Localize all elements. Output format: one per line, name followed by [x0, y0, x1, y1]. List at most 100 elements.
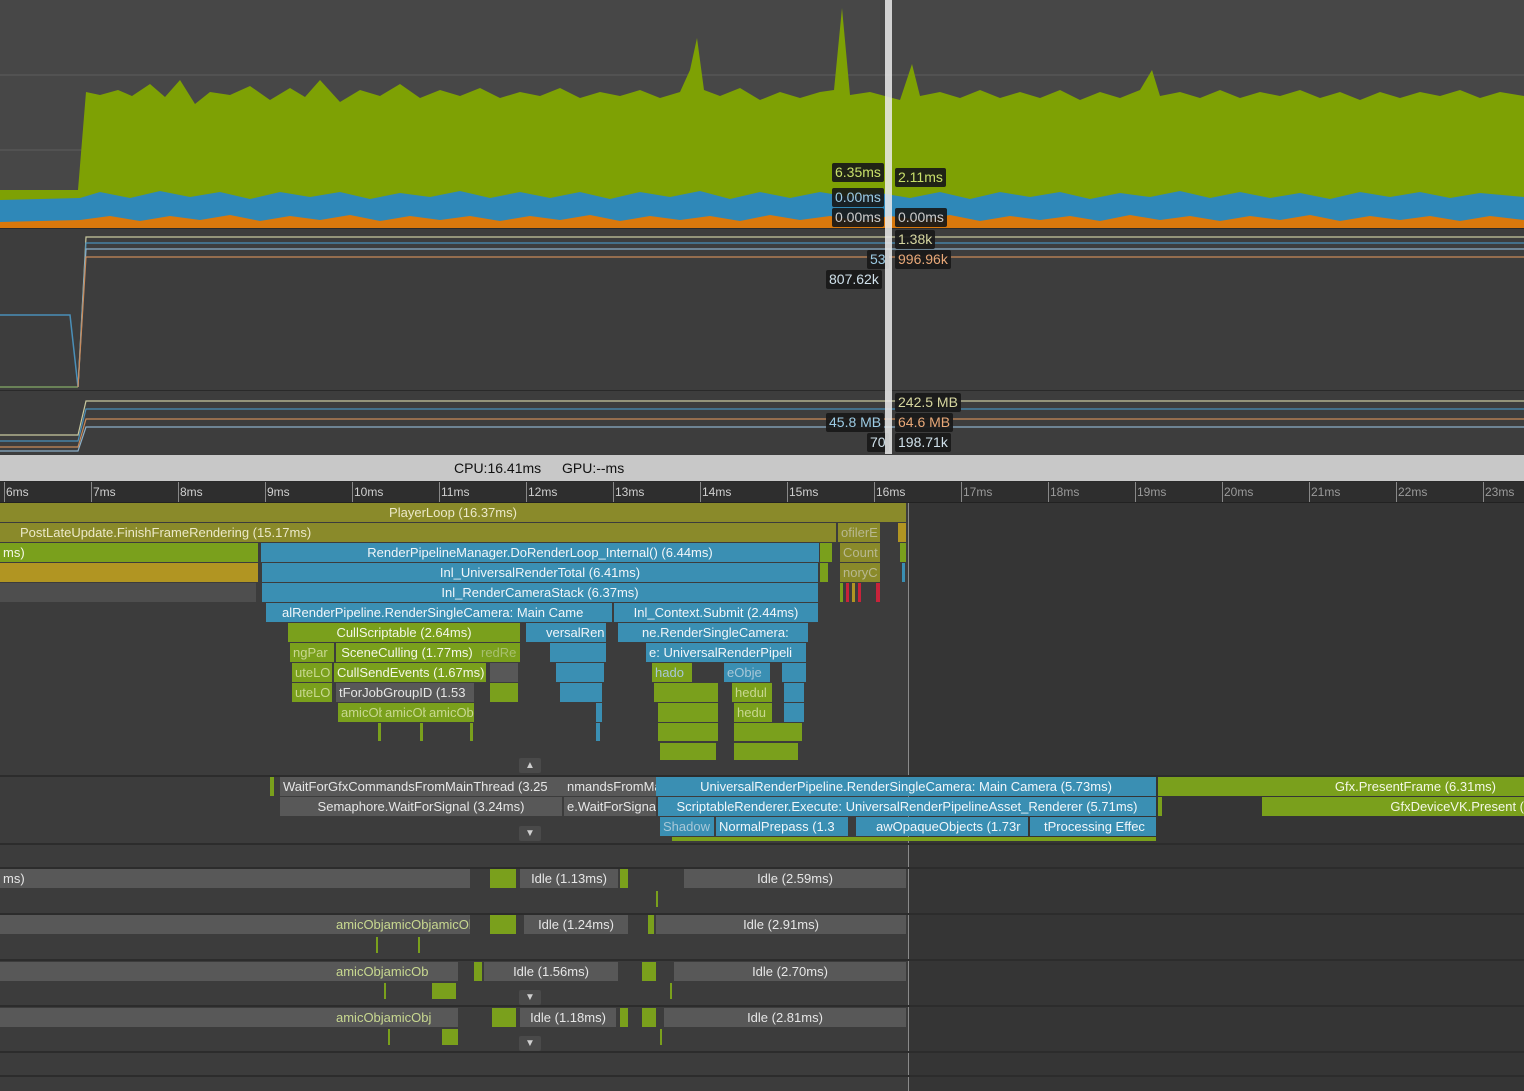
sample-dynamic-obj-3[interactable]: amicOb [426, 703, 474, 722]
render-tooltip-right-1: 1.38k [895, 230, 936, 249]
sample-worker-cut[interactable]: amicObjamicObj [0, 1008, 458, 1027]
sample-count[interactable]: Count [840, 543, 880, 562]
sample-ute-lo-2[interactable]: uteLO [292, 683, 332, 702]
sample-gray[interactable] [490, 663, 518, 682]
chevron-down-icon[interactable]: ▼ [519, 990, 541, 1005]
sample-idle-a[interactable]: Idle (1.56ms) [484, 962, 618, 981]
rendering-chart[interactable]: 1.38k 53 996.96k 807.62k [0, 228, 1524, 390]
sample-versal-ren[interactable]: versalRen [526, 623, 606, 642]
sample-player-loop[interactable]: PlayerLoop (16.37ms) [0, 503, 906, 522]
sample-worker-cut[interactable]: ms) [0, 869, 470, 888]
tick-label: 18ms [1050, 485, 1080, 499]
sample-opaque-objects[interactable]: awOpaqueObjects (1.73r [856, 817, 1028, 836]
sample-green[interactable] [642, 1008, 656, 1027]
sample-idle-b[interactable]: Idle (2.59ms) [684, 869, 906, 888]
sample-present-frame[interactable]: Gfx.PresentFrame (6.31ms) [1158, 777, 1524, 796]
tick-label: 22ms [1398, 485, 1428, 499]
sample-worker-cut[interactable]: amicObjamicOb [0, 962, 458, 981]
tick-label: 21ms [1311, 485, 1341, 499]
sample-shado[interactable]: hado [652, 663, 692, 682]
sample-ute-lo[interactable]: uteLO [292, 663, 332, 682]
sample-post-late-update[interactable]: PostLateUpdate.FinishFrameRendering (15.… [0, 523, 836, 542]
sample-worker-cut[interactable]: amicObjamicObjamicObj [0, 915, 470, 934]
sample-green[interactable] [654, 683, 718, 702]
sample-small[interactable] [820, 543, 832, 562]
sample-render-total[interactable]: Inl_UniversalRenderTotal (6.41ms) [262, 563, 818, 582]
sample-post-processing[interactable]: tProcessing Effec [1030, 817, 1156, 836]
chevron-down-icon[interactable]: ▼ [519, 1036, 541, 1051]
sample-green[interactable] [474, 962, 482, 981]
sample-blue[interactable] [596, 703, 602, 722]
frame-selection-cursor[interactable] [885, 0, 892, 454]
sample-blue[interactable] [784, 683, 804, 702]
sample-hedul[interactable]: hedul [732, 683, 772, 702]
sample-idle-a[interactable]: Idle (1.13ms) [520, 869, 618, 888]
sample-normal-prepass[interactable]: NormalPrepass (1.3 [716, 817, 848, 836]
tick-label: 9ms [267, 485, 290, 499]
sample-green[interactable] [490, 683, 518, 702]
cpu-usage-graph [0, 8, 1524, 228]
sample-idle-b[interactable]: Idle (2.70ms) [674, 962, 906, 981]
sample-truncated[interactable]: ms) [0, 543, 258, 562]
sample-shadow[interactable]: Shadow [660, 817, 714, 836]
sample-small[interactable] [820, 563, 828, 582]
sample-render-camera-stack[interactable]: Inl_RenderCameraStack (6.37ms) [262, 583, 818, 602]
cpu-usage-chart[interactable]: 6.35ms 2.11ms 0.00ms 0.00ms 0.00ms [0, 0, 1524, 228]
cpu-time-label: CPU:16.41ms [454, 460, 542, 476]
sample-ng-par[interactable]: ngPar [290, 643, 334, 662]
sample-semaphore-wait[interactable]: Semaphore.WaitForSignal (3.24ms) [280, 797, 562, 816]
sample-render-single-camera-2[interactable]: ne.RenderSingleCamera: [618, 623, 808, 642]
sample-blue[interactable] [550, 643, 606, 662]
memory-chart[interactable]: 242.5 MB 45.8 MB 64.6 MB 70 198.71k [0, 390, 1524, 454]
time-ruler[interactable]: 6ms 7ms 8ms 9ms 10ms 11ms 12ms 13ms 14ms… [0, 482, 1524, 503]
sample-cull-send-events[interactable]: CullSendEvents (1.67ms) [334, 663, 486, 682]
sample-universal-render-camera[interactable]: UniversalRenderPipeline.RenderSingleCame… [656, 777, 1156, 796]
sample-wait-for-signal[interactable]: e.WaitForSigna [564, 797, 656, 816]
sample-wait-gfx-commands[interactable]: WaitForGfxCommandsFromMainThread (3.25 [280, 777, 564, 796]
cpu-tooltip-left-2: 0.00ms [832, 188, 884, 207]
sample-cull-scriptable[interactable]: CullScriptable (2.64ms) [288, 623, 520, 642]
sample-green[interactable] [620, 1008, 628, 1027]
sample-memory[interactable]: noryC [840, 563, 880, 582]
sample-green[interactable] [492, 1008, 516, 1027]
sample-idle-a[interactable]: Idle (1.24ms) [524, 915, 628, 934]
sample-green[interactable] [490, 869, 516, 888]
sample-dynamic-obj-2[interactable]: amicOb [382, 703, 426, 722]
sample-render-single-camera[interactable]: alRenderPipeline.RenderSingleCamera: Mai… [266, 603, 612, 622]
sample-small[interactable] [1158, 797, 1162, 816]
sample-small[interactable] [898, 523, 906, 542]
sample-dynamic-obj-1[interactable]: amicOb [338, 703, 382, 722]
sample-renderer-execute[interactable]: ScriptableRenderer.Execute: UniversalRen… [658, 797, 1156, 816]
sample-wait-job-group[interactable]: tForJobGroupID (1.53 [336, 683, 474, 702]
sample-e-obje[interactable]: eObje [724, 663, 770, 682]
sample-green[interactable] [642, 962, 656, 981]
chevron-up-icon[interactable]: ▲ [519, 758, 541, 773]
sample-idle-a[interactable]: Idle (1.18ms) [520, 1008, 616, 1027]
sample-idle-b[interactable]: Idle (2.91ms) [656, 915, 906, 934]
sample-profiler-end[interactable]: ofilerE [838, 523, 880, 542]
sample-green[interactable] [658, 703, 718, 722]
sample-commands-from[interactable]: nmandsFromMa [564, 777, 656, 796]
sample-gray[interactable] [0, 583, 256, 602]
sample-device-present[interactable]: GfxDeviceVK.Present ( [1262, 797, 1524, 816]
sample-small[interactable] [902, 563, 905, 582]
sample-small[interactable] [270, 777, 274, 796]
sample-green[interactable] [648, 915, 654, 934]
timeline-view[interactable]: PlayerLoop (16.37ms) PostLateUpdate.Fini… [0, 503, 1524, 1091]
sample-green[interactable] [620, 869, 628, 888]
sample-hedu[interactable]: hedu [734, 703, 772, 722]
sample-idle-b[interactable]: Idle (2.81ms) [664, 1008, 906, 1027]
sample-scene-culling[interactable]: SceneCulling (1.77ms) [336, 643, 478, 662]
sample-small[interactable] [900, 543, 906, 562]
sample-universal-pipeline[interactable]: e: UniversalRenderPipeli [646, 643, 806, 662]
chevron-down-icon[interactable]: ▼ [519, 826, 541, 841]
sample-red-re[interactable]: redRe [478, 643, 520, 662]
sample-blue[interactable] [560, 683, 602, 702]
sample-blue[interactable] [784, 703, 804, 722]
sample-blue[interactable] [782, 663, 806, 682]
sample-green[interactable] [490, 915, 516, 934]
sample-do-render-loop[interactable]: RenderPipelineManager.DoRenderLoop_Inter… [261, 543, 819, 562]
sample-gold[interactable] [0, 563, 258, 582]
sample-blue[interactable] [556, 663, 604, 682]
sample-context-submit[interactable]: Inl_Context.Submit (2.44ms) [614, 603, 818, 622]
